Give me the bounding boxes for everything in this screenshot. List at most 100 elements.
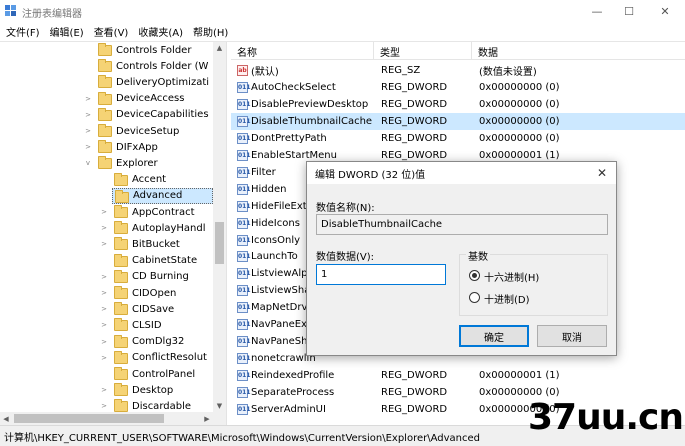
menu-favorites[interactable]: 收藏夹(A)	[134, 24, 187, 39]
folder-icon	[114, 399, 128, 412]
hex-radio-label[interactable]: 十六进制(H)	[484, 269, 539, 284]
value-type-cell: REG_DWORD	[381, 81, 448, 93]
expand-arrow-icon[interactable]: >	[84, 123, 92, 139]
binary-value-icon: 011	[237, 353, 251, 365]
value-name-cell: ServerAdminUI	[251, 404, 326, 415]
expand-arrow-icon[interactable]: >	[84, 139, 92, 155]
scroll-right-icon[interactable]: ▶	[201, 412, 213, 425]
tree-item[interactable]: > DeviceCapabilities	[85, 107, 213, 123]
column-name-header[interactable]: 名称	[231, 42, 374, 60]
value-data-input[interactable]: 1	[316, 264, 446, 285]
hex-radio[interactable]	[469, 270, 480, 281]
dialog-close-button[interactable]: ✕	[594, 165, 610, 181]
column-data-header[interactable]: 数据	[472, 42, 685, 60]
tree-item-label: CabinetState	[132, 255, 198, 267]
tree-item[interactable]: > CLSID	[101, 317, 213, 333]
value-row[interactable]: 011 DisablePreviewDesktop REG_DWORD 0x00000…	[231, 96, 685, 113]
expand-arrow-icon[interactable]: >	[100, 285, 108, 301]
folder-icon	[115, 189, 129, 203]
tree-item[interactable]: Controls Folder (W	[96, 58, 213, 74]
column-type-header[interactable]: 类型	[374, 42, 472, 60]
tree-item-label: CIDOpen	[132, 287, 177, 299]
minimize-button[interactable]: —	[580, 0, 614, 22]
tree-item-label: CD Burning	[132, 271, 189, 283]
expand-arrow-icon[interactable]: >	[100, 236, 108, 252]
expanded-arrow-icon[interactable]: v	[84, 155, 92, 171]
ok-button[interactable]: 确定	[459, 325, 529, 347]
dialog-title: 编辑 DWORD (32 位)值	[315, 169, 426, 181]
value-name-cell: DisableThumbnailCache	[251, 115, 373, 127]
scroll-left-icon[interactable]: ◀	[0, 412, 12, 425]
maximize-button[interactable]: ☐	[612, 0, 646, 22]
expand-arrow-icon[interactable]: >	[100, 301, 108, 317]
tree-item[interactable]: > BitBucket	[101, 236, 213, 252]
tree-item[interactable]: > ConflictResolut	[101, 350, 213, 366]
menu-help[interactable]: 帮助(H)	[189, 24, 232, 39]
value-row[interactable]: 011 DisableThumbnailCache REG_DWORD 0x00000…	[231, 112, 685, 130]
tree-item[interactable]: > DeviceSetup	[85, 123, 213, 139]
title-bar: 注册表编辑器 — ☐ ✕	[0, 0, 685, 22]
decimal-radio[interactable]	[469, 292, 480, 303]
value-row[interactable]: 011 DontPrettyPath REG_DWORD 0x00000000 (0)	[231, 130, 685, 147]
tree-item[interactable]: > AutoplayHandl	[101, 220, 213, 236]
value-name-cell: (默认)	[251, 67, 279, 78]
scroll-down-icon[interactable]: ▼	[213, 400, 226, 412]
binary-value-icon: 011	[237, 132, 251, 144]
value-name-cell: SeparateProcess	[251, 387, 335, 399]
tree-horizontal-scroll-thumb[interactable]	[14, 414, 164, 423]
expand-arrow-icon[interactable]: >	[84, 91, 92, 107]
tree-item[interactable]: Advanced	[112, 187, 213, 204]
menu-view[interactable]: 查看(V)	[90, 24, 133, 39]
expand-arrow-icon[interactable]: >	[100, 317, 108, 333]
tree-item[interactable]: > DeviceAccess	[85, 91, 213, 107]
tree-item[interactable]: > Desktop	[101, 382, 213, 398]
tree-item[interactable]: Accent	[112, 172, 213, 188]
menu-edit[interactable]: 编辑(E)	[46, 24, 88, 39]
binary-value-icon: 011	[237, 387, 251, 399]
expand-arrow-icon[interactable]: >	[100, 220, 108, 236]
expand-arrow-icon	[100, 366, 108, 382]
expand-arrow-icon[interactable]: >	[84, 107, 92, 123]
close-button[interactable]: ✕	[648, 0, 682, 22]
value-row[interactable]: ab (默认) REG_SZ (数值未设置)	[231, 62, 685, 79]
tree-vertical-scroll-thumb[interactable]	[215, 222, 224, 264]
tree-item[interactable]: > ComDlg32	[101, 334, 213, 350]
registry-tree[interactable]: Controls Folder Controls Folder (W Deliver…	[0, 42, 226, 412]
decimal-radio-label[interactable]: 十进制(D)	[484, 291, 530, 306]
tree-item[interactable]: Controls Folder	[96, 42, 213, 58]
scroll-up-icon[interactable]: ▲	[213, 42, 226, 54]
expand-arrow-icon[interactable]: >	[100, 204, 108, 220]
menu-file[interactable]: 文件(F)	[2, 24, 44, 39]
expand-arrow-icon[interactable]: >	[100, 269, 108, 285]
value-type-cell: REG_DWORD	[381, 404, 448, 415]
tree-item-label: DeviceAccess	[116, 93, 185, 105]
tree-item[interactable]: CabinetState	[112, 253, 213, 269]
value-type-cell: REG_DWORD	[381, 115, 448, 127]
binary-value-icon: 011	[237, 370, 251, 382]
tree-item[interactable]: > CIDSave	[101, 301, 213, 317]
folder-icon	[98, 59, 112, 73]
window-title: 注册表编辑器	[22, 9, 82, 20]
value-row[interactable]: 011 AutoCheckSelect REG_DWORD 0x00000000 (0…	[231, 79, 685, 96]
expand-arrow-icon[interactable]: >	[100, 350, 108, 366]
tree-item-label: Accent	[132, 174, 167, 186]
tree-item[interactable]: > CIDOpen	[101, 285, 213, 301]
expand-arrow-icon[interactable]: >	[100, 382, 108, 398]
tree-vertical-scrollbar[interactable]: ▲ ▼	[213, 42, 226, 412]
value-data-label: 数值数据(V):	[316, 252, 375, 263]
tree-horizontal-scrollbar[interactable]: ◀ ▶	[0, 412, 226, 425]
tree-item-label: DeviceSetup	[116, 125, 180, 137]
tree-item[interactable]: v Explorer	[86, 155, 213, 171]
tree-item[interactable]: > CD Burning	[101, 269, 213, 285]
menu-bar: 文件(F) 编辑(E) 查看(V) 收藏夹(A) 帮助(H)	[0, 22, 685, 41]
cancel-button[interactable]: 取消	[537, 325, 607, 347]
expand-arrow-icon[interactable]: >	[100, 398, 108, 412]
tree-item-label: BitBucket	[132, 238, 180, 250]
value-row[interactable]: 011 ReindexedProfile REG_DWORD 0x00000001 (…	[231, 367, 685, 384]
tree-item[interactable]: ControlPanel	[112, 366, 213, 382]
tree-item[interactable]: > AppContract	[101, 204, 213, 220]
tree-item[interactable]: DeliveryOptimizati	[96, 74, 213, 90]
tree-item[interactable]: > DIFxApp	[85, 139, 213, 155]
tree-item[interactable]: > Discardable	[101, 398, 213, 412]
expand-arrow-icon[interactable]: >	[100, 334, 108, 350]
